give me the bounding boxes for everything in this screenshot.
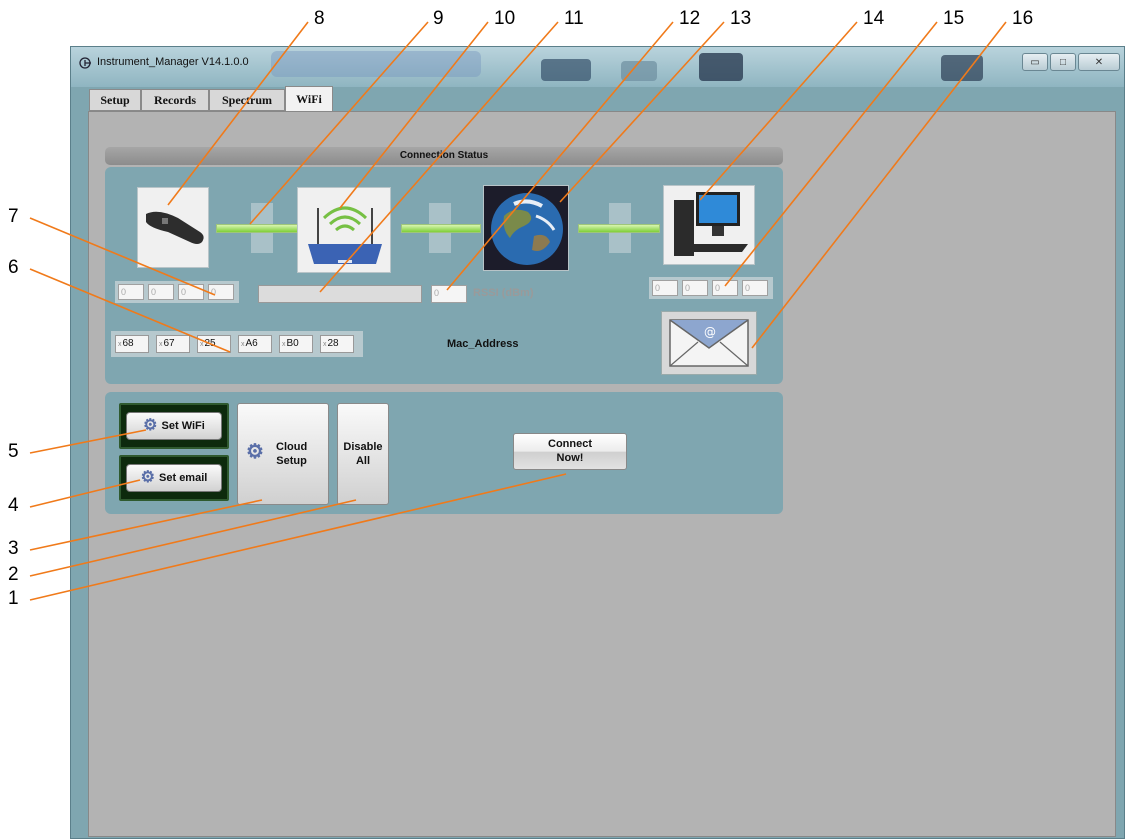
set-wifi-button[interactable]: ⚙ Set WiFi	[126, 412, 222, 440]
callout-11: 11	[564, 8, 584, 29]
callout-3: 3	[8, 538, 19, 559]
cloud-setup-button[interactable]: ⚙ Cloud Setup	[237, 403, 329, 505]
rssi-value-field: 0	[431, 285, 467, 303]
router-link-bar	[401, 224, 481, 233]
mac-octet-2[interactable]: x67	[156, 335, 190, 353]
callout-10: 10	[494, 8, 516, 29]
instrument-ip-octet-1[interactable]: 0	[118, 284, 144, 300]
mac-octet-5[interactable]: xB0	[279, 335, 313, 353]
set-email-label: Set email	[159, 472, 208, 484]
mac-address-label: Mac_Address	[447, 338, 519, 350]
callout-8: 8	[314, 8, 325, 29]
app-window: Instrument_Manager V14.1.0.0 ▭ □ ✕ Setup…	[70, 46, 1125, 839]
gear-icon: ⚙	[246, 441, 264, 463]
set-email-frame: ⚙ Set email	[119, 455, 229, 501]
background-blur	[699, 53, 743, 81]
window-title: Instrument_Manager V14.1.0.0	[97, 56, 249, 68]
callout-2: 2	[8, 564, 19, 585]
app-logo-icon	[79, 57, 93, 72]
callout-1: 1	[8, 588, 19, 609]
background-blur	[941, 55, 983, 81]
disable-all-button[interactable]: Disable All	[337, 403, 389, 505]
computer-icon	[674, 192, 748, 256]
connect-now-label-line2: Now!	[556, 452, 584, 464]
callout-16: 16	[1012, 8, 1034, 29]
pc-ip-octet-3[interactable]: 0	[712, 280, 738, 296]
email-status[interactable]: @	[661, 311, 757, 375]
instrument-device	[137, 187, 209, 268]
connection-status-header: Connection Status	[105, 147, 783, 165]
pc-ip-octet-4[interactable]: 0	[742, 280, 768, 296]
set-email-button[interactable]: ⚙ Set email	[126, 464, 222, 492]
callout-5: 5	[8, 441, 19, 462]
disable-all-label-line2: All	[355, 455, 371, 467]
callout-6: 6	[8, 257, 19, 278]
callout-15: 15	[943, 8, 965, 29]
callout-4: 4	[8, 495, 19, 516]
computer-device	[663, 185, 755, 265]
gear-icon: ⚙	[140, 469, 156, 486]
tab-records[interactable]: Records	[141, 89, 209, 111]
mac-octet-6[interactable]: x28	[320, 335, 354, 353]
internet-device	[483, 185, 569, 271]
set-wifi-frame: ⚙ Set WiFi	[119, 403, 229, 449]
cloud-setup-label-line2: Setup	[276, 455, 307, 467]
tab-spectrum[interactable]: Spectrum	[209, 89, 285, 111]
background-blur	[271, 51, 481, 77]
connect-now-button[interactable]: Connect Now!	[513, 433, 627, 470]
disable-all-label-line1: Disable	[343, 441, 383, 453]
connect-now-label-line1: Connect	[548, 438, 592, 450]
pc-ip-octet-1[interactable]: 0	[652, 280, 678, 296]
internet-link-bar	[578, 224, 660, 233]
close-button[interactable]: ✕	[1078, 53, 1120, 71]
callout-14: 14	[863, 8, 885, 29]
instrument-ip-octet-2[interactable]: 0	[148, 284, 174, 300]
ssid-field[interactable]	[258, 285, 422, 303]
callout-7: 7	[8, 206, 19, 227]
instrument-ip-octet-3[interactable]: 0	[178, 284, 204, 300]
tab-wifi[interactable]: WiFi	[285, 86, 333, 112]
mac-octet-4[interactable]: xA6	[238, 335, 272, 353]
callout-12: 12	[679, 8, 701, 29]
earth-globe-icon	[491, 193, 563, 265]
email-envelope-icon: @	[669, 319, 749, 367]
tab-setup[interactable]: Setup	[89, 89, 141, 111]
gear-icon: ⚙	[143, 417, 158, 434]
instrument-link-bar	[216, 224, 301, 233]
background-blur	[541, 59, 591, 81]
rssi-label: RSSI (dBm)	[473, 287, 534, 299]
mac-octet-1[interactable]: x68	[115, 335, 149, 353]
router-device	[297, 187, 391, 273]
mac-octet-3[interactable]: x25	[197, 335, 231, 353]
svg-text:@: @	[704, 325, 716, 339]
maximize-button[interactable]: □	[1050, 53, 1076, 71]
router-icon	[308, 206, 382, 264]
background-blur	[621, 61, 657, 81]
cloud-setup-label-line1: Cloud	[276, 441, 308, 453]
set-wifi-label: Set WiFi	[161, 420, 205, 432]
minimize-button[interactable]: ▭	[1022, 53, 1048, 71]
title-bar[interactable]: Instrument_Manager V14.1.0.0 ▭ □ ✕	[71, 47, 1124, 87]
sound-meter-icon	[146, 211, 204, 244]
callout-9: 9	[433, 8, 444, 29]
pc-ip-octet-2[interactable]: 0	[682, 280, 708, 296]
instrument-ip-octet-4[interactable]: 0	[208, 284, 234, 300]
callout-13: 13	[730, 8, 752, 29]
